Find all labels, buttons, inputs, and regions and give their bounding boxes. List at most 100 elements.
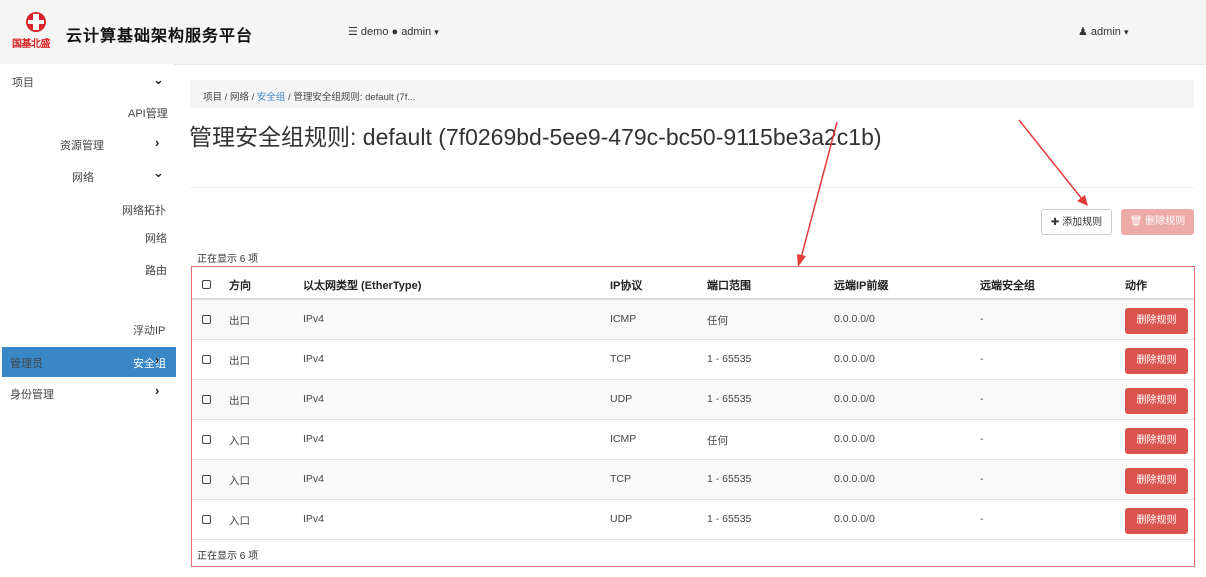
sidebar-item-routers[interactable]: 路由 (145, 262, 167, 278)
cell-direction: 出口 (229, 315, 250, 327)
delete-rule-button[interactable]: 删除规则 (1125, 508, 1188, 534)
cell-port-range: 任何 (707, 315, 728, 327)
user-menu[interactable]: ♟ admin ▾ (1078, 25, 1128, 38)
cell-protocol: ICMP (610, 433, 637, 445)
caret-down-icon: ▾ (1123, 27, 1129, 37)
user-icon: ♟ (1078, 26, 1091, 38)
breadcrumb-item-security-groups[interactable]: 安全组 (257, 92, 286, 103)
page-title: 管理安全组规则: default (7f0269bd-5ee9-479c-bc5… (189, 124, 882, 150)
cell-port-range: 任何 (707, 435, 728, 447)
sidebar-item-resource[interactable]: 资源管理 (60, 137, 104, 153)
chevron-right-icon[interactable]: › (155, 352, 159, 367)
cell-port-range: 1 - 65535 (707, 473, 752, 485)
delete-rule-button[interactable]: 删除规则 (1125, 308, 1188, 334)
sidebar-item-admin[interactable]: 管理员 (10, 355, 43, 371)
rules-table: 方向 以太网类型 (EtherType) IP协议 端口范围 远端IP前缀 远端… (191, 266, 1195, 567)
cell-remote-group: - (980, 393, 984, 405)
cell-ethertype: IPv4 (303, 393, 325, 405)
cell-protocol: ICMP (610, 313, 637, 325)
table-row: 入口 IPv4 TCP 1 - 65535 0.0.0.0/0 - 删除规则 (192, 460, 1194, 500)
breadcrumb: 项目 / 网络 / 安全组 / 管理安全组规则: default (7f... (190, 80, 1194, 108)
row-checkbox[interactable] (202, 315, 211, 324)
table-row: 入口 IPv4 ICMP 任何 0.0.0.0/0 - 删除规则 (192, 420, 1194, 460)
user-menu-label: admin (1090, 26, 1121, 38)
cell-remote-group: - (980, 513, 984, 525)
delete-rule-button[interactable]: 删除规则 (1125, 388, 1188, 414)
delete-rules-label: 删除规则 (1145, 216, 1186, 227)
sidebar-item-topology[interactable]: 网络拓扑 (122, 202, 166, 218)
row-checkbox[interactable] (202, 435, 211, 444)
table-row: 入口 IPv4 UDP 1 - 65535 0.0.0.0/0 - 删除规则 (192, 500, 1194, 540)
sidebar-item-label: 安全组 (133, 358, 166, 370)
table-header: 方向 以太网类型 (EtherType) IP协议 端口范围 远端IP前缀 远端… (192, 267, 1194, 300)
delete-rules-button[interactable]: 🗑 删除规则 (1121, 209, 1194, 235)
cell-remote-group: - (980, 353, 984, 365)
cell-port-range: 1 - 65535 (707, 353, 752, 365)
cell-protocol: TCP (610, 353, 631, 365)
cell-remote-prefix: 0.0.0.0/0 (834, 473, 875, 485)
cell-protocol: UDP (610, 393, 633, 405)
delete-rule-button[interactable]: 删除规则 (1125, 428, 1188, 454)
top-navbar: 国基北盛 云计算基础架构服务平台 ☰ demo ● admin ▾ ♟ admi… (0, 0, 1206, 65)
project-selector-label: demo ● admin (360, 26, 432, 38)
divider (190, 187, 1194, 188)
chevron-right-icon[interactable]: › (155, 383, 159, 398)
cell-ethertype: IPv4 (303, 313, 325, 325)
list-icon: ☰ (348, 26, 361, 38)
brand-title: 云计算基础架构服务平台 (66, 26, 254, 45)
breadcrumb-separator: / (288, 92, 291, 103)
sidebar-item-identity[interactable]: 身份管理 (10, 386, 54, 402)
table-row: 出口 IPv4 UDP 1 - 65535 0.0.0.0/0 - 删除规则 (192, 380, 1194, 420)
column-header-direction[interactable]: 方向 (229, 277, 251, 293)
cell-ethertype: IPv4 (303, 513, 325, 525)
cell-remote-group: - (980, 473, 984, 485)
column-header-remote-prefix[interactable]: 远端IP前缀 (834, 277, 888, 293)
cell-direction: 出口 (229, 355, 250, 367)
column-header-actions: 动作 (1125, 280, 1147, 292)
cell-remote-prefix: 0.0.0.0/0 (834, 353, 875, 365)
table-row: 出口 IPv4 ICMP 任何 0.0.0.0/0 - 删除规则 (192, 300, 1194, 340)
column-header-protocol[interactable]: IP协议 (610, 277, 642, 293)
sidebar-item-floating-ip[interactable]: 浮动IP (133, 322, 165, 338)
cell-direction: 入口 (229, 435, 250, 447)
sidebar-item-networks[interactable]: 网络 (145, 230, 167, 246)
breadcrumb-item-current: 管理安全组规则: default (7f... (293, 92, 416, 103)
sidebar-item-network-group[interactable]: 网络 (72, 169, 94, 185)
breadcrumb-separator: / (224, 92, 228, 103)
delete-rule-button[interactable]: 删除规则 (1125, 348, 1188, 374)
sidebar-item-api[interactable]: API管理 (128, 105, 168, 121)
row-checkbox[interactable] (202, 475, 211, 484)
add-rule-label: 添加规则 (1062, 217, 1103, 228)
breadcrumb-separator: / (251, 92, 255, 103)
logo-text: 国基北盛 (12, 39, 51, 50)
breadcrumb-item-network[interactable]: 网络 (230, 92, 249, 103)
cell-port-range: 1 - 65535 (707, 513, 752, 525)
table-row: 出口 IPv4 TCP 1 - 65535 0.0.0.0/0 - 删除规则 (192, 340, 1194, 380)
cell-direction: 入口 (229, 475, 250, 487)
cell-protocol: UDP (610, 513, 633, 525)
cell-remote-prefix: 0.0.0.0/0 (834, 393, 875, 405)
chevron-down-icon[interactable]: ⌄ (153, 165, 164, 181)
sidebar: 项目 ⌄ API管理 资源管理 › 网络 ⌄ 网络拓扑 网络 路由 安全组 浮动… (0, 64, 176, 577)
sidebar-item-project[interactable]: 项目 (12, 74, 34, 90)
logo: 国基北盛 (10, 8, 62, 54)
chevron-right-icon[interactable]: › (155, 135, 159, 150)
select-all-checkbox[interactable] (202, 280, 211, 289)
add-rule-button[interactable]: ✚ 添加规则 (1041, 209, 1112, 235)
cell-protocol: TCP (610, 473, 631, 485)
delete-rule-button[interactable]: 删除规则 (1125, 468, 1188, 494)
chevron-down-icon[interactable]: ⌄ (153, 72, 164, 88)
row-checkbox[interactable] (202, 355, 211, 364)
plus-icon: ✚ (1050, 217, 1060, 228)
cell-ethertype: IPv4 (303, 353, 325, 365)
row-checkbox[interactable] (202, 515, 211, 524)
breadcrumb-item-project[interactable]: 项目 (203, 92, 222, 103)
column-header-ethertype[interactable]: 以太网类型 (EtherType) (303, 277, 421, 293)
row-checkbox[interactable] (202, 395, 211, 404)
item-count-top: 正在显示 6 项 (197, 254, 259, 265)
column-header-port-range[interactable]: 端口范围 (707, 277, 751, 293)
column-header-remote-group[interactable]: 远端安全组 (980, 277, 1035, 293)
project-selector[interactable]: ☰ demo ● admin ▾ (348, 25, 439, 38)
cell-port-range: 1 - 65535 (707, 393, 752, 405)
cell-remote-group: - (980, 313, 984, 325)
